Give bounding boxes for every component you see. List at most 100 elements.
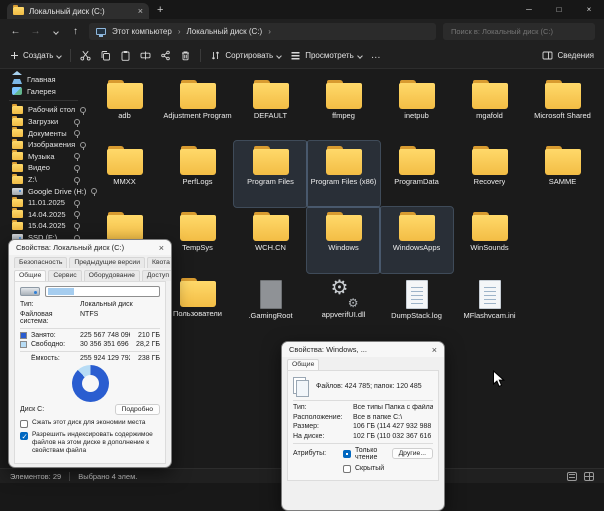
tab-sharing[interactable]: Доступ bbox=[142, 270, 172, 281]
file-item[interactable]: inetpub bbox=[380, 75, 453, 141]
tab-general[interactable]: Общие bbox=[287, 359, 319, 370]
index-checkbox[interactable] bbox=[20, 432, 28, 440]
tab-security[interactable]: Безопасность bbox=[14, 257, 67, 268]
file-item[interactable]: Adjustment Program bbox=[161, 75, 234, 141]
file-item[interactable]: PerfLogs bbox=[161, 141, 234, 207]
details-view-button[interactable] bbox=[567, 472, 577, 481]
rename-button[interactable] bbox=[140, 50, 151, 61]
disk-chart-label: Диск C: bbox=[20, 406, 44, 413]
file-label: mgafold bbox=[476, 111, 503, 120]
sidebar-item-date-folder[interactable]: 11.01.2025 bbox=[7, 197, 84, 209]
tab-hardware[interactable]: Оборудование bbox=[84, 270, 140, 281]
close-icon[interactable]: × bbox=[432, 345, 437, 355]
new-tab-button[interactable]: + bbox=[157, 4, 163, 16]
sidebar-item-documents[interactable]: Документы bbox=[7, 127, 84, 139]
size-value: 106 ГБ (114 427 932 988 байт) bbox=[353, 423, 433, 430]
sidebar-item-z-drive[interactable]: Z:\ bbox=[7, 174, 84, 186]
file-item[interactable]: ProgramData bbox=[380, 141, 453, 207]
file-item[interactable]: MFlashvcam.ini bbox=[453, 273, 526, 339]
new-button[interactable]: Создать bbox=[10, 51, 61, 60]
sidebar-item-music[interactable]: Музыка bbox=[7, 151, 84, 163]
search-box[interactable] bbox=[443, 23, 595, 40]
cut-button[interactable] bbox=[80, 50, 91, 61]
sidebar-item-downloads[interactable]: Загрузки bbox=[7, 116, 84, 128]
tab-previous-versions[interactable]: Предыдущие версии bbox=[69, 257, 145, 268]
close-button[interactable]: × bbox=[574, 0, 604, 19]
forward-button[interactable]: → bbox=[29, 26, 42, 37]
sort-button[interactable]: Сортировать bbox=[210, 50, 281, 61]
details-button[interactable]: Подробно bbox=[115, 404, 160, 415]
more-button[interactable]: … bbox=[371, 50, 382, 61]
breadcrumb-this-pc[interactable]: Этот компьютер bbox=[112, 27, 172, 36]
close-icon[interactable]: × bbox=[159, 243, 164, 253]
compress-checkbox[interactable] bbox=[20, 420, 28, 428]
file-item[interactable]: Windows bbox=[307, 207, 380, 273]
location-label: Расположение: bbox=[293, 414, 353, 421]
dialog-titlebar[interactable]: Свойства: Локальный диск (C:) × bbox=[9, 240, 171, 255]
divider bbox=[9, 100, 78, 101]
file-item[interactable]: mgafold bbox=[453, 75, 526, 141]
paste-button[interactable] bbox=[120, 50, 131, 61]
sidebar-item-home[interactable]: Главная bbox=[7, 74, 84, 86]
file-item[interactable]: SAMME bbox=[526, 141, 599, 207]
tab-close-icon[interactable]: × bbox=[138, 6, 143, 16]
file-label: Microsoft Shared bbox=[534, 111, 591, 120]
sidebar-item-gallery[interactable]: Галерея bbox=[7, 86, 84, 98]
sidebar-item-pictures[interactable]: Изображения bbox=[7, 139, 84, 151]
size-label: Размер: bbox=[293, 423, 353, 430]
volume-label-input[interactable] bbox=[45, 286, 160, 297]
view-button[interactable]: Просмотреть bbox=[290, 50, 362, 61]
hidden-checkbox[interactable] bbox=[343, 465, 351, 473]
file-label: MMXX bbox=[113, 177, 136, 186]
file-item[interactable]: appverifUI.dll bbox=[307, 273, 380, 339]
large-icons-view-button[interactable] bbox=[584, 472, 594, 481]
dialog-titlebar[interactable]: Свойства: Windows, ... × bbox=[282, 342, 444, 357]
file-item[interactable]: WinSounds bbox=[453, 207, 526, 273]
up-button[interactable]: ↑ bbox=[69, 26, 82, 37]
delete-button[interactable] bbox=[180, 50, 191, 61]
sidebar-item-google-drive[interactable]: Google Drive (H:) bbox=[7, 185, 84, 197]
folder-icon bbox=[12, 129, 23, 137]
file-item[interactable]: WindowsApps bbox=[380, 207, 453, 273]
file-item[interactable]: WCH.CN bbox=[234, 207, 307, 273]
hidden-label: Скрытый bbox=[355, 465, 384, 472]
file-item[interactable]: DEFAULT bbox=[234, 75, 307, 141]
details-pane-button[interactable]: Сведения bbox=[542, 50, 594, 61]
file-label: ffmpeg bbox=[332, 111, 355, 120]
file-item[interactable]: Program Files (x86) bbox=[307, 141, 380, 207]
file-item[interactable]: adb bbox=[88, 75, 161, 141]
minimize-button[interactable]: ─ bbox=[514, 0, 544, 19]
copy-button[interactable] bbox=[100, 50, 111, 61]
advanced-button[interactable]: Другие... bbox=[392, 448, 433, 459]
sidebar-item-videos[interactable]: Видео bbox=[7, 162, 84, 174]
maximize-button[interactable]: □ bbox=[544, 0, 574, 19]
recent-locations-button[interactable] bbox=[49, 26, 62, 37]
file-label: DEFAULT bbox=[254, 111, 287, 120]
search-input[interactable] bbox=[449, 26, 589, 37]
address-bar[interactable]: Этот компьютер › Локальный диск (C:) › bbox=[89, 23, 436, 40]
breadcrumb-current[interactable]: Локальный диск (C:) bbox=[187, 27, 263, 36]
readonly-checkbox[interactable] bbox=[343, 450, 351, 458]
file-item[interactable]: MMXX bbox=[88, 141, 161, 207]
gallery-icon bbox=[12, 87, 22, 95]
file-item[interactable]: Program Files bbox=[234, 141, 307, 207]
file-item[interactable]: .GamingRoot bbox=[234, 273, 307, 339]
file-label: SAMME bbox=[549, 177, 577, 186]
back-button[interactable]: ← bbox=[9, 26, 22, 37]
sidebar-item-desktop[interactable]: Рабочий стол bbox=[7, 104, 84, 116]
file-item[interactable]: DumpStack.log bbox=[380, 273, 453, 339]
sidebar-item-date-folder[interactable]: 14.04.2025 bbox=[7, 209, 84, 221]
tab-general[interactable]: Общие bbox=[14, 270, 46, 281]
document-icon bbox=[479, 280, 501, 309]
file-label: Program Files bbox=[247, 177, 294, 186]
sidebar-item-date-folder[interactable]: 15.04.2025 bbox=[7, 220, 84, 232]
file-item[interactable]: ffmpeg bbox=[307, 75, 380, 141]
file-item[interactable]: Recovery bbox=[453, 141, 526, 207]
tab-quota[interactable]: Квота bbox=[147, 257, 172, 268]
explorer-tab[interactable]: Локальный диск (C:) × bbox=[7, 3, 149, 19]
tab-tools[interactable]: Сервис bbox=[48, 270, 81, 281]
share-button[interactable] bbox=[160, 50, 171, 61]
file-item[interactable]: Microsoft Shared bbox=[526, 75, 599, 141]
free-size: 28,2 ГБ bbox=[130, 341, 160, 348]
divider bbox=[293, 443, 433, 444]
